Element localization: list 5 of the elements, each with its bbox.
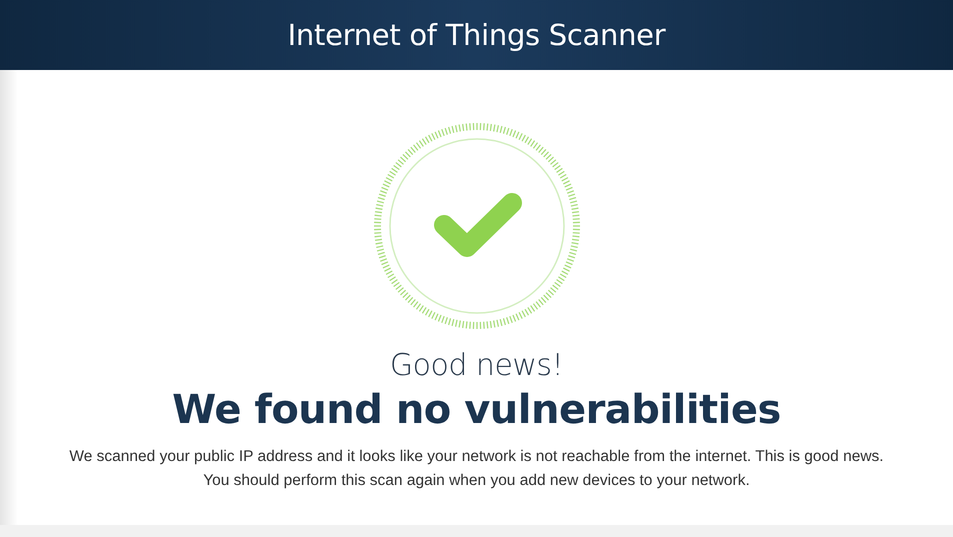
checkmark-icon — [434, 193, 522, 257]
result-subtitle: Good news! — [390, 349, 564, 383]
page-title: Internet of Things Scanner — [288, 18, 666, 52]
result-message: We scanned your public IP address and it looks like your network is not reachable from the internet. This is good news. You should perform this scan again when you add new devices to your network. — [69, 447, 884, 491]
result-headline: We found no vulnerabilities — [172, 386, 781, 435]
